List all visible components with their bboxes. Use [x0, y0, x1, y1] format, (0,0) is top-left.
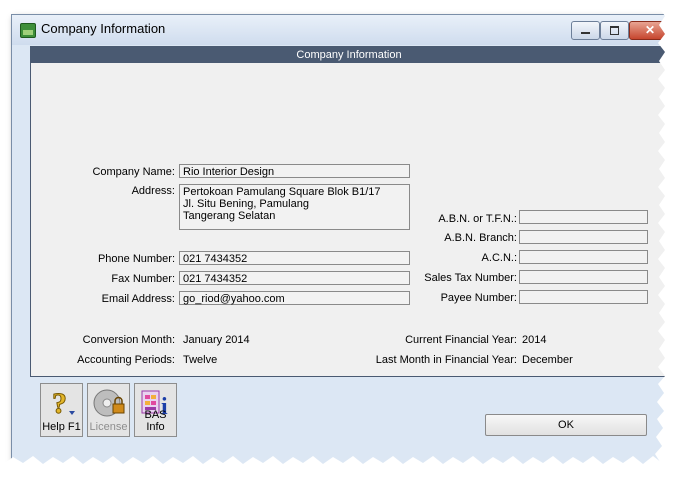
torn-edge-decoration: [0, 0, 679, 478]
